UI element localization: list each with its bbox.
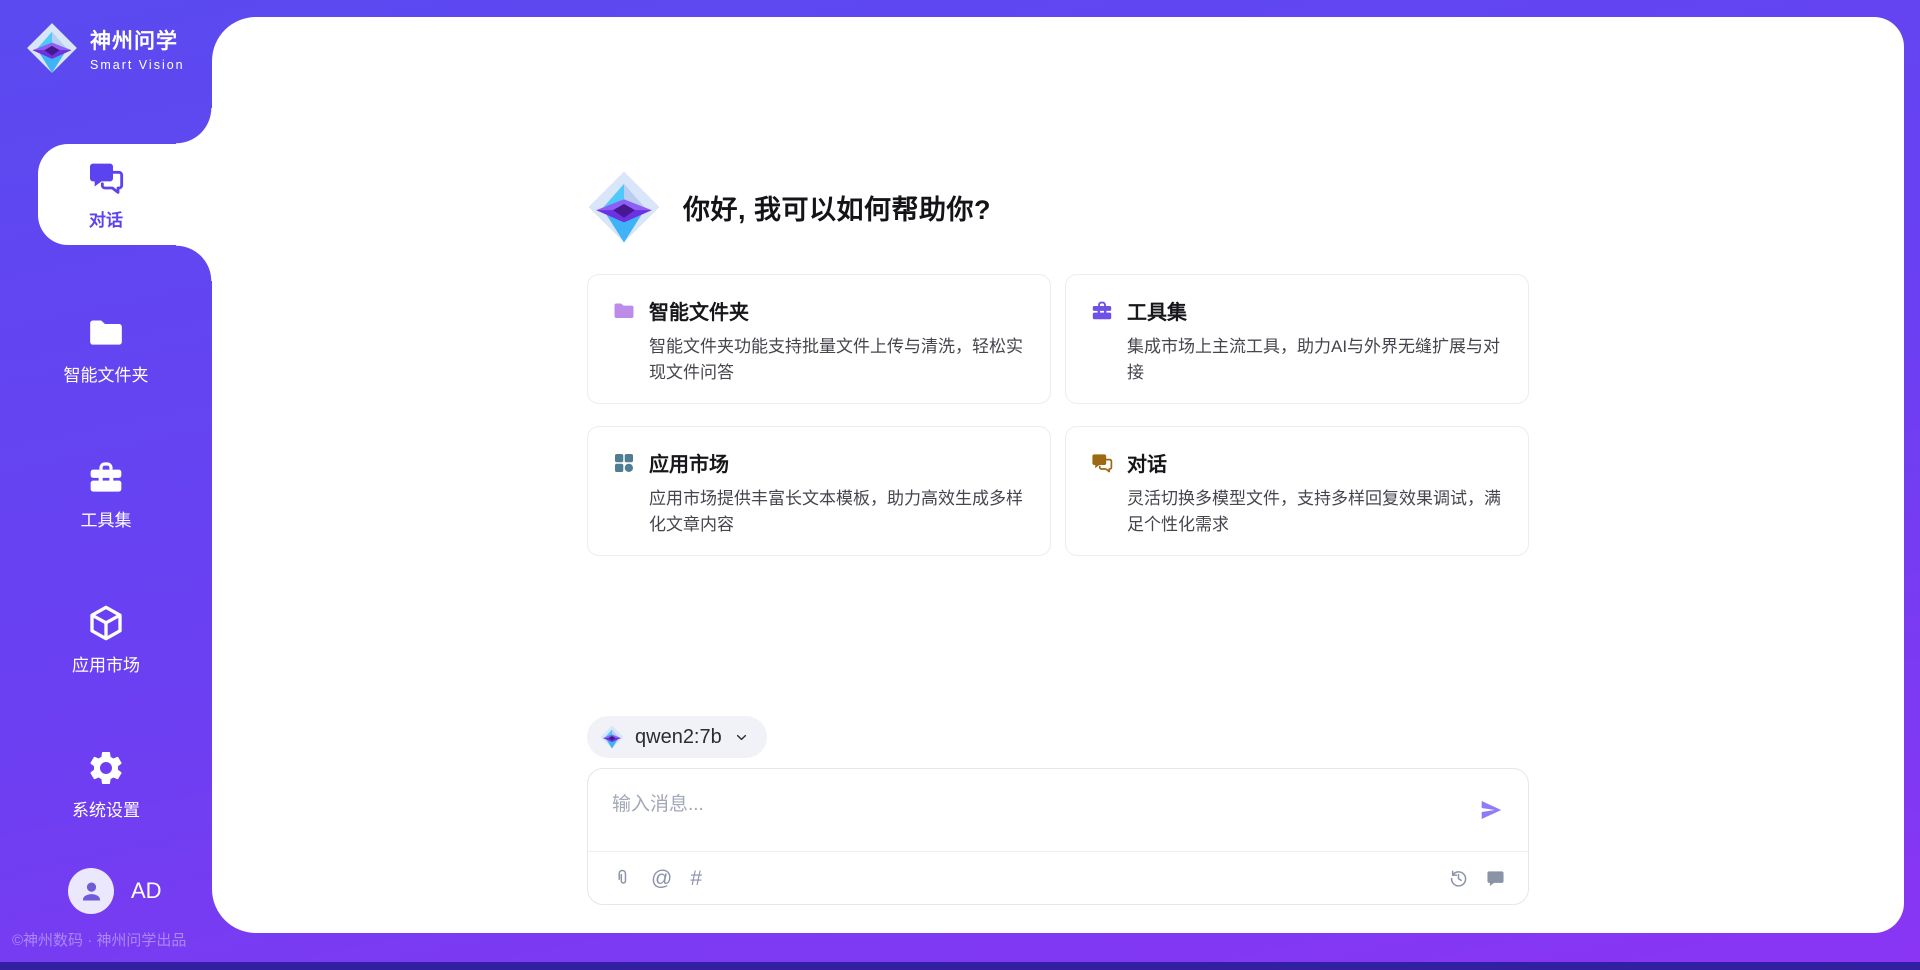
greeting-text: 你好, 我可以如何帮助你? — [683, 188, 991, 227]
grid-icon — [612, 451, 636, 475]
chat-icon — [86, 158, 126, 198]
active-tab-curve-top — [176, 108, 212, 144]
avatar — [68, 868, 114, 914]
card-toolset[interactable]: 工具集 集成市场上主流工具，助力AI与外界无缝扩展与对接 — [1065, 274, 1529, 404]
sidebar-item-system-settings[interactable]: 系统设置 — [0, 734, 212, 835]
feature-cards: 智能文件夹 智能文件夹功能支持批量文件上传与清洗，轻松实现文件问答 工具集 集成… — [587, 274, 1529, 556]
hash-icon[interactable]: # — [690, 868, 702, 889]
at-icon[interactable]: @ — [651, 868, 672, 889]
sidebar-item-smart-folder[interactable]: 智能文件夹 — [0, 299, 212, 400]
card-description: 集成市场上主流工具，助力AI与外界无缝扩展与对接 — [1127, 334, 1504, 385]
brand-subtitle: Smart Vision — [90, 58, 185, 72]
sidebar-item-label: 智能文件夹 — [64, 361, 149, 386]
bottom-accent-bar — [0, 962, 1920, 970]
message-icon[interactable] — [1485, 868, 1506, 889]
toolbox-icon — [86, 458, 126, 498]
sidebar-item-label: 系统设置 — [72, 796, 140, 821]
sidebar-item-app-market[interactable]: 应用市场 — [0, 589, 212, 690]
toolbox-icon — [1090, 299, 1114, 323]
diamond-logo-icon — [600, 725, 624, 749]
history-icon[interactable] — [1448, 868, 1469, 889]
message-composer: @ # — [587, 768, 1529, 905]
composer-toolbar: @ # — [612, 852, 1506, 904]
card-description: 智能文件夹功能支持批量文件上传与清洗，轻松实现文件问答 — [649, 334, 1026, 385]
card-title: 工具集 — [1127, 296, 1187, 325]
send-icon[interactable] — [1478, 797, 1504, 823]
person-icon — [78, 878, 105, 905]
active-tab-curve-bottom — [176, 245, 212, 281]
folder-icon — [86, 313, 126, 353]
card-smart-folder[interactable]: 智能文件夹 智能文件夹功能支持批量文件上传与清洗，轻松实现文件问答 — [587, 274, 1051, 404]
chat-icon — [1090, 451, 1114, 475]
sidebar-item-label: 应用市场 — [72, 651, 140, 676]
card-title: 对话 — [1127, 448, 1167, 477]
sidebar-item-chat[interactable]: 对话 — [0, 144, 212, 245]
gear-icon — [86, 748, 126, 788]
message-input[interactable] — [588, 769, 1448, 847]
card-title: 应用市场 — [649, 448, 729, 477]
sidebar: 神州问学 Smart Vision 对话 智能文件夹 工具集 应用市场 系统设置… — [0, 0, 212, 970]
user-profile[interactable]: AD — [68, 868, 162, 914]
chevron-down-icon — [733, 729, 750, 746]
brand-title: 神州问学 — [90, 25, 185, 55]
paperclip-icon[interactable] — [612, 868, 633, 889]
model-name: qwen2:7b — [635, 726, 722, 749]
user-name: AD — [131, 878, 162, 904]
sidebar-item-toolset[interactable]: 工具集 — [0, 444, 212, 545]
sidebar-item-label: 工具集 — [81, 506, 132, 531]
copyright-text: ©神州数码 · 神州问学出品 — [12, 929, 186, 950]
folder-icon — [612, 299, 636, 323]
card-title: 智能文件夹 — [649, 296, 749, 325]
card-description: 应用市场提供丰富长文本模板，助力高效生成多样化文章内容 — [649, 486, 1026, 537]
cube-icon — [86, 603, 126, 643]
content-area: 你好, 我可以如何帮助你? 智能文件夹 智能文件夹功能支持批量文件上传与清洗，轻… — [587, 17, 1529, 905]
model-selector[interactable]: qwen2:7b — [587, 716, 767, 758]
diamond-logo-icon — [587, 170, 661, 244]
card-app-market[interactable]: 应用市场 应用市场提供丰富长文本模板，助力高效生成多样化文章内容 — [587, 426, 1051, 556]
greeting: 你好, 我可以如何帮助你? — [587, 170, 1529, 244]
diamond-logo-icon — [26, 22, 78, 74]
card-description: 灵活切换多模型文件，支持多样回复效果调试，满足个性化需求 — [1127, 486, 1504, 537]
sidebar-item-label: 对话 — [89, 206, 123, 231]
brand: 神州问学 Smart Vision — [26, 22, 185, 74]
card-chat[interactable]: 对话 灵活切换多模型文件，支持多样回复效果调试，满足个性化需求 — [1065, 426, 1529, 556]
